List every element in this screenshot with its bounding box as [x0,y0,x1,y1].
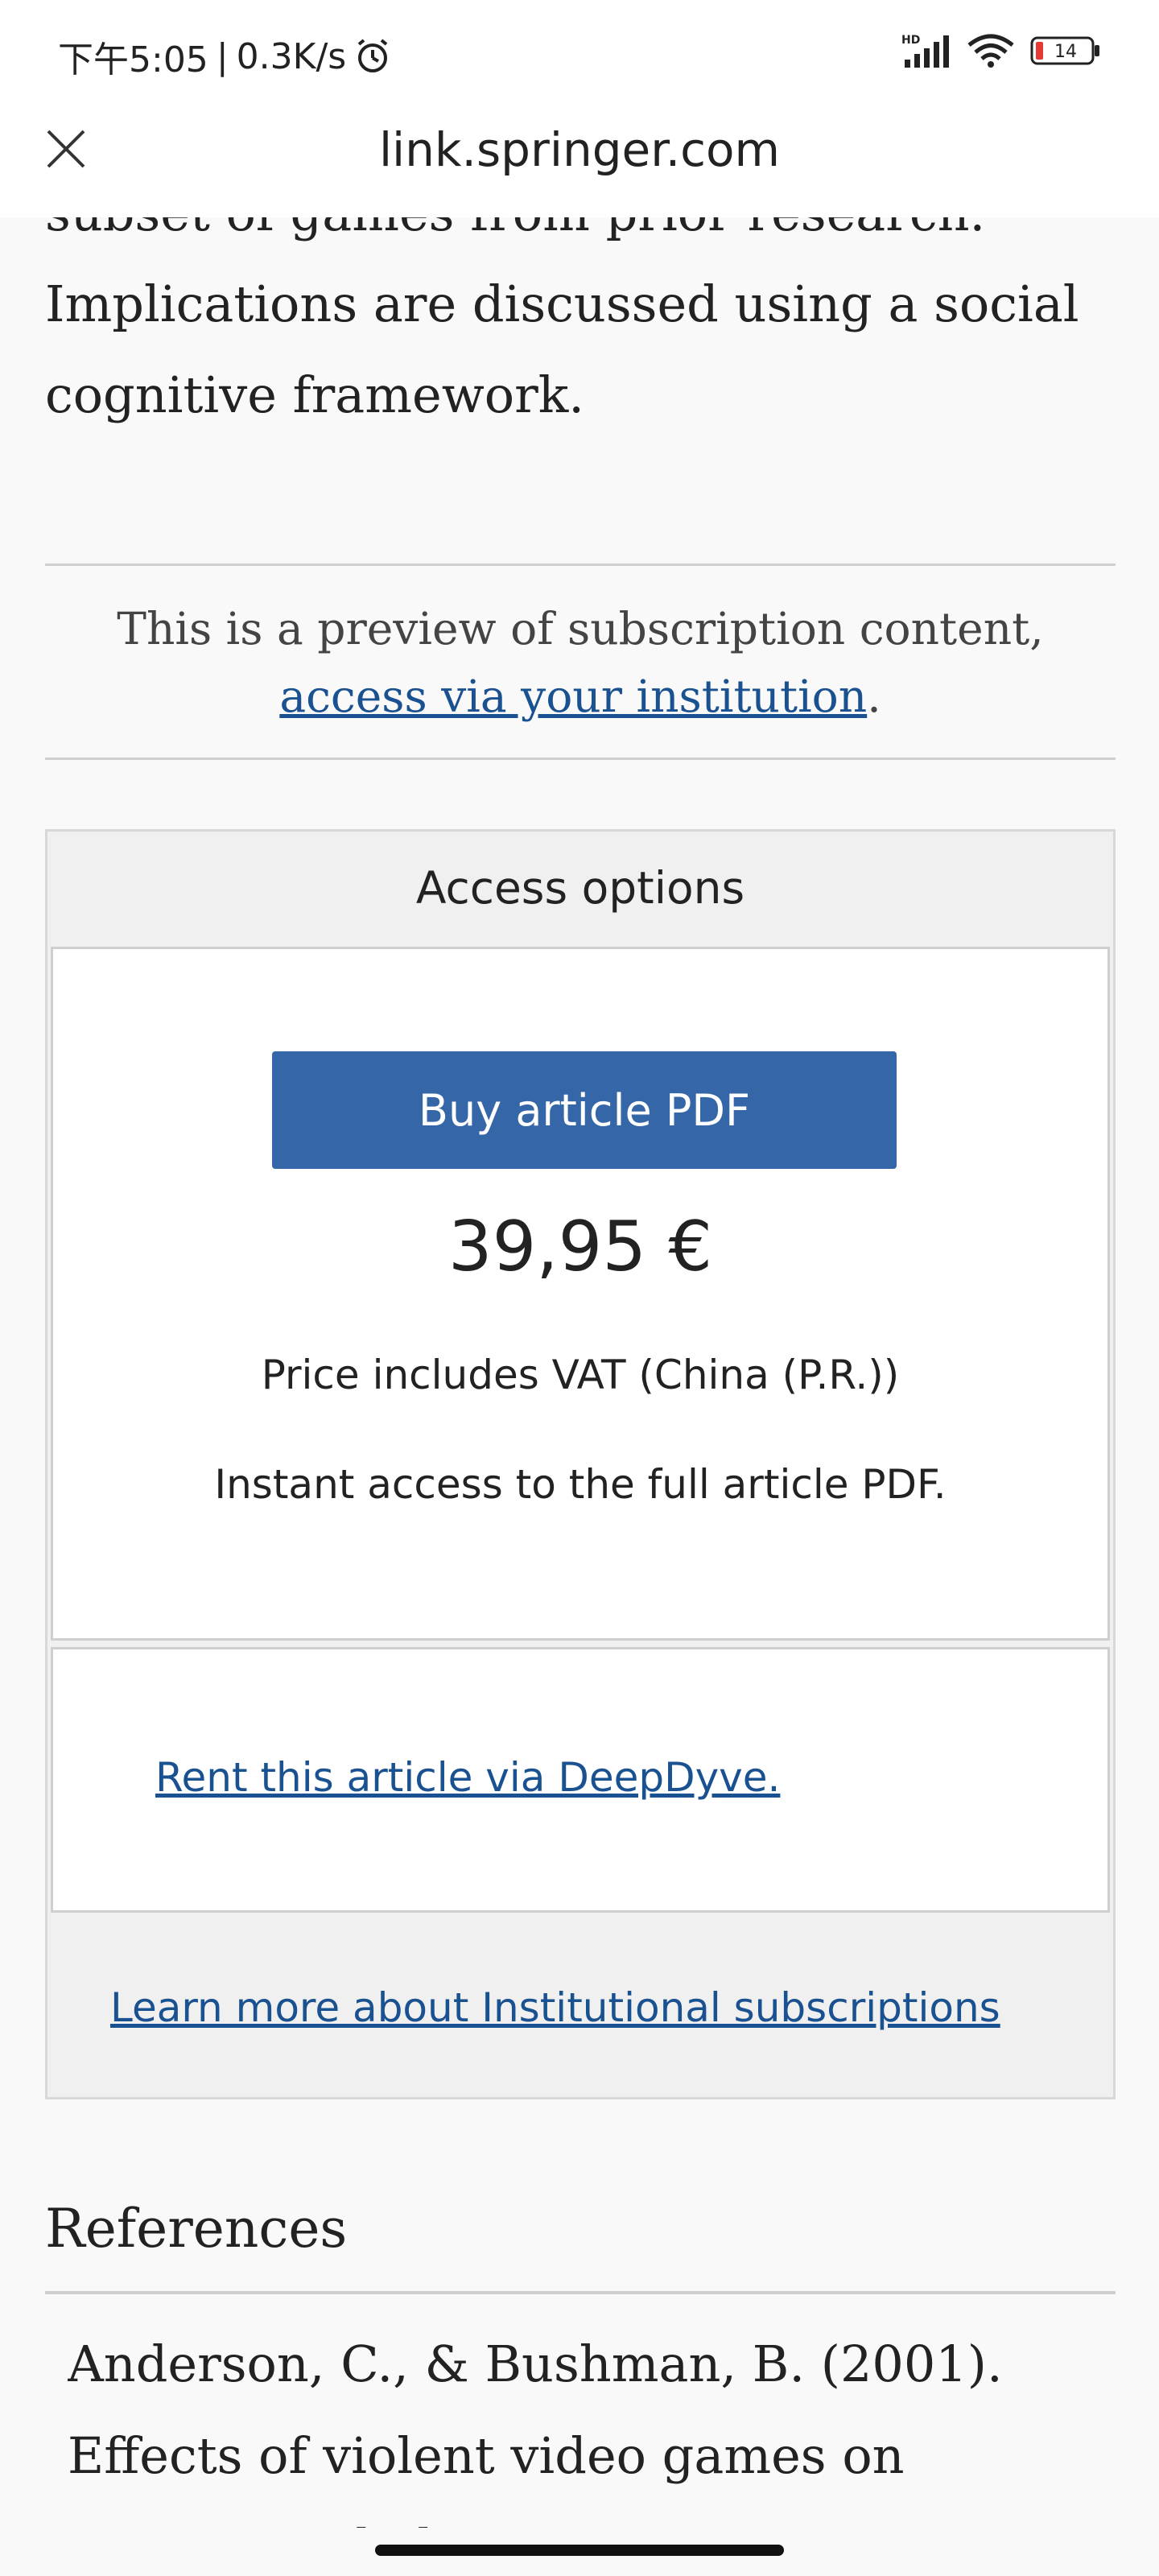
access-options-panel: Access options Buy article PDF 39,95 € P… [45,829,1116,2099]
vat-note: Price includes VAT (China (P.R.)) [261,1352,900,1398]
battery-icon: 14 [1030,36,1099,65]
status-time: 下午5:05 [58,39,208,80]
battery-level: 14 [1054,42,1077,62]
browser-header: link.springer.com [0,105,1159,217]
status-left: 下午5:05 | 0.3K/s [58,31,391,82]
preview-notice: This is a preview of subscription conten… [45,564,1116,760]
abstract-section: subset of games from prior research. Imp… [45,185,1116,459]
page-url: link.springer.com [378,122,781,177]
reference-text: Anderson, C., & Bushman, B. (2001). Effe… [68,2334,1003,2528]
buy-article-pdf-button[interactable]: Buy article PDF [272,1051,897,1169]
access-institution-link[interactable]: access via your institution [279,671,867,722]
status-separator: | [216,35,229,77]
abstract-text: subset of games from prior research. Imp… [45,185,1079,424]
references-heading: References [45,2198,348,2260]
status-bar: 下午5:05 | 0.3K/s HD 14 [0,0,1159,105]
network-speed: 0.3K/s [236,35,347,77]
preview-text: This is a preview of subscription conten… [117,603,1044,654]
wifi-icon [967,34,1014,68]
rent-deepdyve-link[interactable]: Rent this article via DeepDyve. [155,1754,780,1801]
alarm-icon [357,39,388,72]
institutional-subscriptions-link[interactable]: Learn more about Institutional subscript… [110,1984,1000,2031]
rent-card: Rent this article via DeepDyve. [51,1647,1110,1913]
references-divider [45,2291,1116,2294]
signal-hd-label: HD [901,34,920,47]
access-options-title: Access options [415,862,745,914]
signal-icon: HD [901,34,949,68]
buy-article-card: Buy article PDF 39,95 € Price includes V… [51,947,1110,1641]
instant-access-note: Instant access to the full article PDF. [214,1461,947,1508]
home-indicator[interactable] [375,2545,784,2556]
reference-item: Anderson, C., & Bushman, B. (2001). Effe… [68,2318,1114,2528]
preview-suffix: . [867,671,881,722]
status-right: HD 14 [901,32,1101,69]
price: 39,95 € [448,1207,713,1287]
